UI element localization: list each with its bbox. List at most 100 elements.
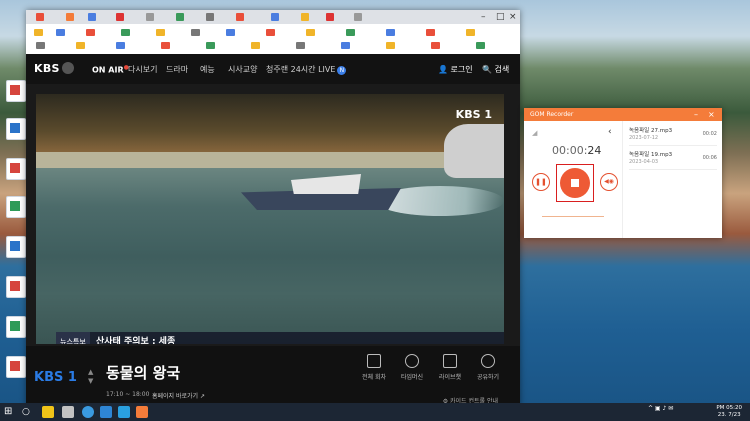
bookmark-icon[interactable] bbox=[386, 42, 395, 49]
browser-tab[interactable] bbox=[66, 13, 74, 21]
bookmark-icon[interactable] bbox=[346, 29, 355, 36]
gom-recorder-taskbar-icon[interactable] bbox=[136, 406, 148, 418]
program-title: 동물의 왕국 bbox=[106, 364, 181, 382]
bookmark-icon[interactable] bbox=[431, 42, 440, 49]
desktop-icon[interactable] bbox=[6, 158, 26, 180]
chrome-icon[interactable] bbox=[82, 406, 94, 418]
kbs-logo[interactable]: KBS bbox=[34, 62, 74, 75]
bookmark-icon[interactable] bbox=[206, 42, 215, 49]
login-button[interactable]: 👤 로그인 bbox=[438, 64, 473, 75]
waveform bbox=[542, 216, 604, 217]
browser-tab[interactable] bbox=[236, 13, 244, 21]
nav-current-affairs[interactable]: 시사교양 bbox=[228, 64, 257, 75]
bookmark-icon[interactable] bbox=[476, 42, 485, 49]
browser-tab[interactable] bbox=[301, 13, 309, 21]
close-icon[interactable]: × bbox=[708, 108, 715, 121]
bookmark-icon[interactable] bbox=[426, 29, 435, 36]
maximize-icon[interactable]: □ bbox=[496, 12, 505, 22]
all-episodes-button[interactable]: 전체 회차 bbox=[356, 354, 392, 381]
search-button[interactable]: 🔍 검색 bbox=[482, 64, 509, 75]
program-info: KBS 1 ▲ ▼ 동물의 왕국 17:10 ~ 18:00 홈페이지 바로가기 … bbox=[26, 346, 520, 407]
desktop-icon[interactable] bbox=[6, 80, 26, 102]
browser-tab[interactable] bbox=[146, 13, 154, 21]
new-badge: N bbox=[337, 66, 347, 75]
bookmark-icon[interactable] bbox=[466, 29, 475, 36]
record-timer: 00:00:24 bbox=[552, 144, 602, 157]
browser-tab[interactable] bbox=[271, 13, 279, 21]
homepage-link[interactable]: 홈페이지 바로가기 ↗ bbox=[152, 391, 205, 400]
video-player[interactable]: KBS 1 뉴스특보 산사태 주의보 : 세종 bbox=[26, 84, 520, 346]
bookmark-icon[interactable] bbox=[251, 42, 260, 49]
bookmark-icon[interactable] bbox=[161, 42, 170, 49]
kakaotalk-icon[interactable] bbox=[42, 406, 54, 418]
search-icon[interactable]: ○ bbox=[22, 406, 34, 418]
taskbar-clock[interactable]: PM 05:20 23. 7/23 bbox=[716, 405, 742, 419]
close-icon[interactable]: × bbox=[509, 12, 517, 22]
video-frame[interactable]: KBS 1 뉴스특보 산사태 주의보 : 세종 bbox=[36, 94, 504, 344]
minimize-icon[interactable]: – bbox=[481, 12, 486, 22]
bookmark-icon[interactable] bbox=[36, 42, 45, 49]
bookmark-icon[interactable] bbox=[226, 29, 235, 36]
channel-logo: KBS 1 bbox=[34, 370, 77, 385]
channel-watermark: KBS 1 bbox=[455, 108, 492, 121]
bookmark-icon[interactable] bbox=[86, 29, 95, 36]
desktop-icon[interactable] bbox=[6, 236, 26, 258]
desktop-icon[interactable] bbox=[6, 196, 26, 218]
nav-onair[interactable]: ON AIR● bbox=[92, 64, 129, 75]
bookmark-icon[interactable] bbox=[341, 42, 350, 49]
bookmark-icon[interactable] bbox=[306, 29, 315, 36]
browser-tab[interactable] bbox=[88, 13, 96, 21]
video-scene-trees bbox=[36, 94, 504, 156]
list-item[interactable]: 녹음파일 27.mp3 2023-07-12 00:02 bbox=[629, 123, 717, 146]
bookmark-icon[interactable] bbox=[76, 42, 85, 49]
tray-icons[interactable]: ^ ▣ ♪ ✉ bbox=[648, 406, 673, 412]
desktop-icon[interactable] bbox=[6, 118, 26, 140]
browser-tab[interactable] bbox=[354, 13, 362, 21]
kbs-logo-circle-icon bbox=[61, 62, 74, 74]
list-item[interactable]: 녹음파일 19.mp3 2023-04-03 00:06 bbox=[629, 147, 717, 170]
channel-switch-icon[interactable]: ▲ ▼ bbox=[88, 368, 93, 386]
windows-start-icon[interactable]: ⊞ bbox=[4, 406, 16, 418]
stop-button[interactable] bbox=[556, 164, 594, 202]
bookmark-icon[interactable] bbox=[296, 42, 305, 49]
stop-icon bbox=[571, 179, 579, 187]
caption-text: 산사태 주의보 : 세종 bbox=[96, 337, 176, 344]
pause-button[interactable]: ❚❚ bbox=[532, 173, 550, 191]
share-icon bbox=[481, 354, 495, 368]
app-icon[interactable] bbox=[118, 406, 130, 418]
volume-button[interactable]: ◀◉ bbox=[600, 173, 618, 191]
bookmark-icon[interactable] bbox=[34, 29, 43, 36]
recorder-panel: ◢ ‹ 00:00:24 ❚❚ ◀◉ bbox=[524, 121, 623, 238]
caption-label: 뉴스특보 bbox=[56, 332, 90, 344]
nav-replay[interactable]: 다시보기 bbox=[128, 64, 157, 75]
video-scene-bank bbox=[36, 152, 504, 168]
edge-icon[interactable] bbox=[100, 406, 112, 418]
bookmark-icon[interactable] bbox=[386, 29, 395, 36]
bookmark-icon[interactable] bbox=[156, 29, 165, 36]
browser-tab[interactable] bbox=[36, 13, 44, 21]
bookmark-icon[interactable] bbox=[116, 42, 125, 49]
browser-tab[interactable] bbox=[176, 13, 184, 21]
browser-window: – □ × KBS ON AIR● 다시보기 드라마 예능 시사교양 청주랜 2… bbox=[26, 10, 520, 407]
nav-live-24h[interactable]: 청주랜 24시간 LIVE N bbox=[266, 64, 347, 75]
bookmark-icon[interactable] bbox=[121, 29, 130, 36]
desktop-icon[interactable] bbox=[6, 276, 26, 298]
video-scene-rock bbox=[444, 124, 504, 178]
bookmark-icon[interactable] bbox=[191, 29, 200, 36]
bookmark-icon[interactable] bbox=[56, 29, 65, 36]
minimize-icon[interactable]: – bbox=[694, 108, 698, 121]
browser-tab[interactable] bbox=[326, 13, 334, 21]
collapse-icon[interactable]: ‹ bbox=[608, 127, 612, 137]
bookmark-icon[interactable] bbox=[266, 29, 275, 36]
nav-entertainment[interactable]: 예능 bbox=[200, 64, 215, 75]
timemachine-button[interactable]: 타임머신 bbox=[394, 354, 430, 381]
livechat-button[interactable]: 라이브챗 bbox=[432, 354, 468, 381]
desktop-icon[interactable] bbox=[6, 316, 26, 338]
browser-tab[interactable] bbox=[206, 13, 214, 21]
bookmarks-bar bbox=[26, 24, 520, 55]
app-icon[interactable] bbox=[62, 406, 74, 418]
browser-tab[interactable] bbox=[116, 13, 124, 21]
nav-drama[interactable]: 드라마 bbox=[166, 64, 188, 75]
desktop-icon[interactable] bbox=[6, 356, 26, 378]
share-button[interactable]: 공유하기 bbox=[470, 354, 506, 381]
